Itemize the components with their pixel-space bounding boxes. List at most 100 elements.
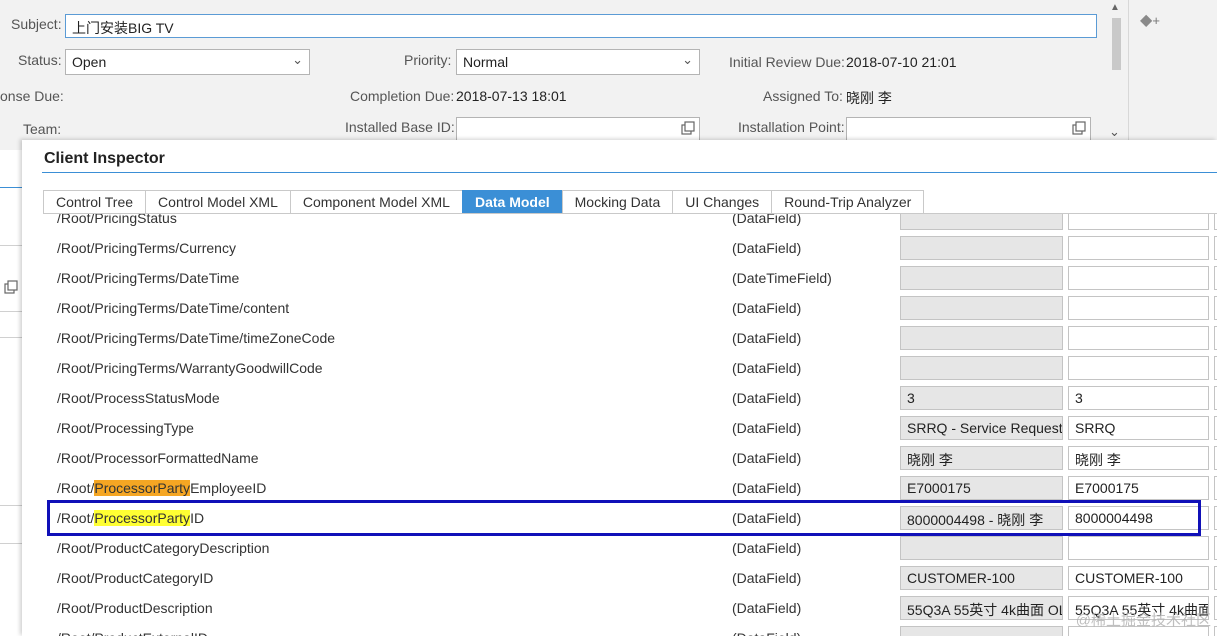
formatted-value-cell: 55Q3A 55英寸 4k曲面 OL [900, 596, 1063, 620]
field-type: (DataField) [732, 540, 802, 556]
field-type: (DataField) [732, 570, 802, 586]
table-row[interactable]: /Root/ProcessorFormattedName (DataField) 晓… [22, 444, 1217, 474]
table-row[interactable]: /Root/ProcessorPartyID (DataField) 8000004… [22, 504, 1217, 534]
installed-base-label: Installed Base ID: [345, 119, 455, 135]
divider [0, 187, 22, 188]
tab-mocking-data[interactable]: Mocking Data [561, 190, 673, 214]
tab-ui-changes[interactable]: UI Changes [672, 190, 772, 214]
table-row[interactable]: /Root/PricingTerms/DateTime (DateTimeFiel… [22, 264, 1217, 294]
field-path: /Root/ProcessorFormattedName [57, 450, 259, 466]
field-path: /Root/ProcessingType [57, 420, 194, 436]
field-path: /Root/ProcessorPartyEmployeeID [57, 480, 266, 496]
field-path: /Root/ProcessStatusMode [57, 390, 220, 406]
tab-component-model-xml[interactable]: Component Model XML [289, 190, 462, 214]
completion-due-value: 2018-07-13 18:01 [456, 88, 567, 104]
raw-value-input[interactable] [1068, 266, 1209, 290]
field-path: /Root/PricingTerms/DateTime/timeZoneCode [57, 330, 336, 346]
status-label: Status: [18, 52, 62, 68]
subject-input[interactable]: 上门安装BIG TV [65, 14, 1097, 38]
raw-value-input[interactable]: 8000004498 [1068, 506, 1209, 530]
tab-data-model[interactable]: Data Model [461, 190, 562, 214]
divider [0, 311, 22, 312]
table-row[interactable]: /Root/ProductExternalID (DataField) [22, 624, 1217, 636]
tab-control-model-xml[interactable]: Control Model XML [145, 190, 290, 214]
table-row[interactable]: /Root/ProductDescription (DataField) 55Q3A… [22, 594, 1217, 624]
table-row[interactable]: /Root/PricingTerms/DateTime/timeZoneCode… [22, 324, 1217, 354]
field-path: /Root/PricingStatus [57, 214, 177, 226]
table-row[interactable]: /Root/PricingTerms/WarrantyGoodwillCode (… [22, 354, 1217, 384]
field-type: (DateTimeField) [732, 270, 832, 286]
table-row[interactable]: /Root/ProcessStatusMode (DataField) 3 3 [22, 384, 1217, 414]
formatted-value-cell [900, 356, 1063, 380]
status-select[interactable]: Open ⌄ [65, 49, 310, 75]
priority-select[interactable]: Normal ⌄ [456, 49, 700, 75]
field-path: /Root/ProductExternalID [57, 630, 208, 636]
field-path: /Root/PricingTerms/WarrantyGoodwillCode [57, 360, 323, 376]
table-row[interactable]: /Root/ProcessorPartyEmployeeID (DataField… [22, 474, 1217, 504]
raw-value-input[interactable]: 晓刚 李 [1068, 446, 1209, 470]
tab-round-trip-analyzer[interactable]: Round-Trip Analyzer [771, 190, 925, 214]
installation-point-input[interactable] [846, 117, 1091, 141]
underlying-page-edge [0, 150, 22, 636]
formatted-value-cell: E7000175 [900, 476, 1063, 500]
tab-control-tree[interactable]: Control Tree [43, 190, 146, 214]
raw-value-input[interactable]: E7000175 [1068, 476, 1209, 500]
raw-value-input[interactable] [1068, 236, 1209, 260]
field-type: (DataField) [732, 510, 802, 526]
scroll-up-icon[interactable]: ▲ [1110, 2, 1120, 13]
raw-value-input[interactable] [1068, 356, 1209, 380]
inspector-tabs: Control Tree Control Model XML Component M… [43, 190, 925, 214]
field-type: (DataField) [732, 630, 801, 636]
formatted-value-cell [900, 326, 1063, 350]
raw-value-input[interactable]: SRRQ [1068, 416, 1209, 440]
formatted-value-cell: 3 [900, 386, 1063, 410]
completion-due-label: Completion Due: [350, 88, 455, 104]
raw-value-input[interactable] [1068, 536, 1209, 560]
field-path: /Root/ProcessorPartyID [57, 510, 204, 526]
table-row[interactable]: /Root/ProcessingType (DataField) SRRQ - Se… [22, 414, 1217, 444]
response-due-label: onse Due: [0, 88, 64, 104]
field-path: /Root/ProductCategoryID [57, 570, 214, 586]
field-type: (DataField) [732, 240, 802, 256]
status-value: Open [72, 54, 107, 70]
priority-value: Normal [463, 54, 509, 70]
raw-value-input[interactable]: CUSTOMER-100 [1068, 566, 1209, 590]
field-type: (DataField) [732, 600, 802, 616]
scroll-down-icon[interactable]: ⌄ [1109, 124, 1120, 140]
table-row[interactable]: /Root/ProductCategoryDescription (DataFie… [22, 534, 1217, 564]
raw-value-input[interactable]: 3 [1068, 386, 1209, 410]
formatted-value-cell [900, 536, 1063, 560]
installed-base-input[interactable] [456, 117, 700, 141]
table-row[interactable]: /Root/PricingStatus (DataField) [22, 214, 1217, 234]
raw-value-input[interactable] [1068, 326, 1209, 350]
title-divider [42, 172, 1217, 173]
field-type: (DataField) [732, 480, 802, 496]
raw-value-input[interactable] [1068, 296, 1209, 320]
form-scrollbar-thumb[interactable] [1112, 18, 1121, 70]
assigned-to-value: 晓刚 李 [846, 90, 892, 106]
divider [0, 245, 22, 246]
field-type: (DataField) [732, 330, 802, 346]
field-type: (DataField) [732, 390, 802, 406]
path-prefix: /Root/ [57, 480, 95, 496]
table-row[interactable]: /Root/ProductCategoryID (DataField) CUSTOM… [22, 564, 1217, 594]
value-help-icon [4, 280, 18, 294]
subject-label: Subject: [11, 16, 62, 32]
watermark: @稀土掘金技术社区 [1075, 612, 1211, 629]
table-row[interactable]: /Root/PricingTerms/DateTime/content (Data… [22, 294, 1217, 324]
field-path: /Root/PricingTerms/Currency [57, 240, 236, 256]
initial-review-label: Initial Review Due: [729, 54, 845, 70]
field-path: /Root/PricingTerms/DateTime/content [57, 300, 290, 316]
value-help-icon[interactable] [1072, 121, 1086, 135]
value-help-icon[interactable] [681, 121, 695, 135]
chevron-down-icon: ⌄ [292, 52, 303, 67]
formatted-value-cell [900, 236, 1063, 260]
field-path: /Root/ProductDescription [57, 600, 213, 616]
field-type: (DataField) [732, 450, 802, 466]
raw-value-input[interactable] [1068, 214, 1209, 230]
table-row[interactable]: /Root/PricingTerms/Currency (DataField) [22, 234, 1217, 264]
field-type: (DataField) [732, 214, 802, 226]
formatted-value-cell [900, 266, 1063, 290]
add-tag-icon[interactable]: ◆+ [1140, 10, 1160, 30]
initial-review-value: 2018-07-10 21:01 [846, 54, 957, 70]
